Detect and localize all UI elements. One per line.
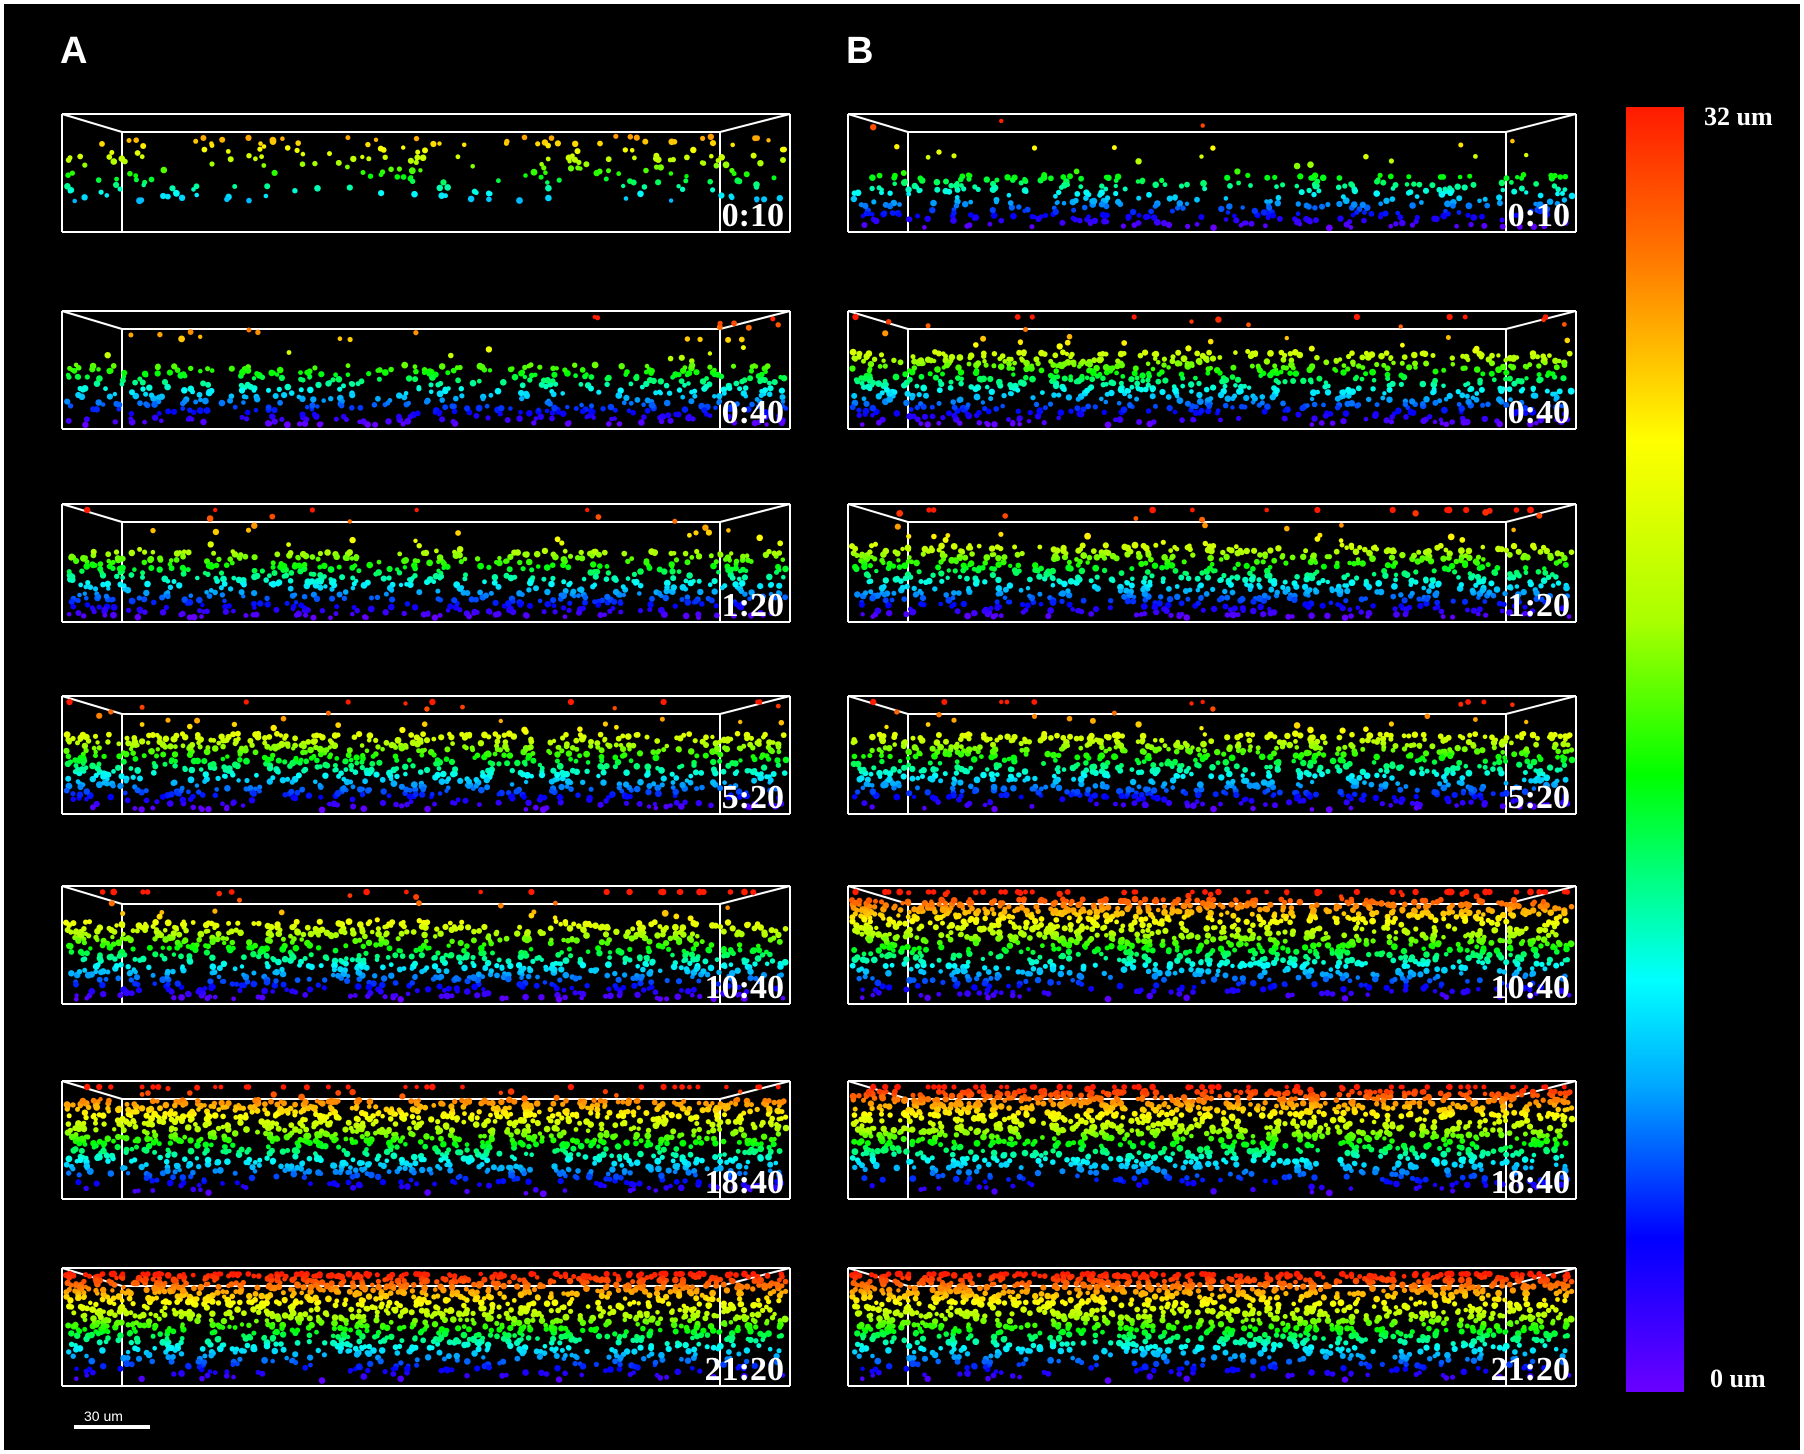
colorbar-min-label: 0 um [1710,1364,1766,1393]
biofilm-volume-box: 21:20 [61,1267,791,1388]
timepoint-label: 0:40 [722,394,784,431]
biofilm-volume-box: 18:40 [61,1080,791,1201]
biofilm-volume-box: 1:20 [61,503,791,624]
panel-b-stack: 0:10 0:40 1:20 5:20 10:40 18:40 21:20 [846,4,1578,1450]
panel-a-stack: 0:10 0:40 1:20 5:20 10:40 18:40 21:20 [60,4,792,1450]
timepoint-label: 5:20 [1508,779,1570,816]
scale-bar-label: 30 um [84,1408,123,1424]
timepoint-label: 10:40 [1491,969,1570,1006]
timepoint-label: 21:20 [1491,1351,1570,1388]
timepoint-label: 0:10 [722,197,784,234]
biofilm-volume-box: 18:40 [847,1080,1577,1201]
biofilm-volume-box: 21:20 [847,1267,1577,1388]
timepoint-label: 0:10 [1508,197,1570,234]
timepoint-label: 21:20 [705,1351,784,1388]
biofilm-volume-box: 0:40 [61,310,791,431]
biofilm-volume-box: 5:20 [847,695,1577,816]
timepoint-label: 18:40 [705,1164,784,1201]
biofilm-volume-box: 10:40 [61,885,791,1006]
timepoint-label: 1:20 [722,587,784,624]
biofilm-volume-box: 10:40 [847,885,1577,1006]
timepoint-label: 1:20 [1508,587,1570,624]
colorbar-max-label: 32 um [1704,102,1773,131]
timepoint-label: 5:20 [722,779,784,816]
depth-colorbar [1626,107,1684,1392]
biofilm-volume-box: 0:10 [61,113,791,234]
timepoint-label: 10:40 [705,969,784,1006]
figure: A B 0:10 0:40 1:20 5:20 10:40 18:40 21:20 0:10… [4,4,1800,1450]
timepoint-label: 0:40 [1508,394,1570,431]
timepoint-label: 18:40 [1491,1164,1570,1201]
biofilm-volume-box: 0:40 [847,310,1577,431]
biofilm-volume-box: 0:10 [847,113,1577,234]
scale-bar [74,1425,150,1429]
biofilm-volume-box: 5:20 [61,695,791,816]
biofilm-volume-box: 1:20 [847,503,1577,624]
